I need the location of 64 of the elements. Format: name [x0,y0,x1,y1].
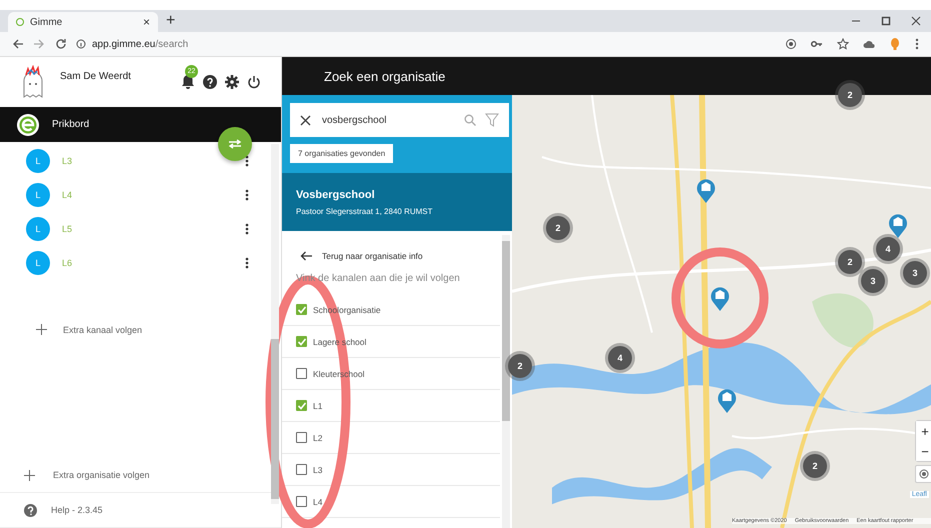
scrollbar-thumb[interactable] [271,339,279,499]
browser-tab[interactable]: Gimme × [8,12,158,32]
info-icon [76,39,86,49]
location-icon[interactable] [785,38,797,50]
power-icon[interactable] [247,75,261,89]
checkbox[interactable] [296,304,307,315]
map-pin-icon[interactable] [696,178,716,204]
result-count: 7 organisaties gevonden [290,144,394,163]
clear-icon[interactable] [300,114,311,126]
more-icon[interactable] [245,223,249,235]
channel-avatar: L [26,251,50,275]
instruction-text: Vink de kanalen aan die je wil volgen [295,272,461,286]
add-channel-link[interactable]: Extra kanaal volgen [63,324,142,334]
help-link[interactable]: Help - 2.3.45 [51,505,103,515]
user-name: Sam De Weerdt [60,71,131,82]
plus-icon[interactable] [36,324,47,335]
map-pin-icon[interactable] [717,388,737,414]
scrollbar-thumb[interactable] [502,241,510,421]
logo-icon [16,112,40,136]
checkbox[interactable] [296,432,307,443]
locate-icon [919,469,929,479]
organisation-name: Vosbergschool [296,188,376,200]
map-pin-icon[interactable] [888,213,908,239]
channel-avatar: L [26,183,50,207]
board-header[interactable]: Prikbord [0,107,281,142]
channel-label: L1 [313,400,322,410]
cloud-icon[interactable] [863,38,875,50]
favicon-icon [16,18,24,26]
checkbox[interactable] [296,464,307,475]
channel-label: L4 [313,496,322,506]
tab-title: Gimme [30,16,64,28]
organisation-address: Pastoor Slegersstraat 1, 2840 RUMST [296,206,434,216]
new-tab-button[interactable]: + [166,12,176,30]
close-tab-button[interactable]: × [142,15,150,29]
checkbox[interactable] [296,336,307,347]
channel-avatar: L [26,217,50,241]
menu-icon[interactable] [915,38,919,50]
settings-icon[interactable] [225,75,239,89]
help-icon[interactable] [203,75,217,89]
key-icon[interactable] [811,38,823,50]
back-icon[interactable] [12,38,24,50]
checkbox[interactable] [296,400,307,411]
help-icon[interactable] [24,504,37,516]
reload-icon[interactable] [54,38,66,50]
back-arrow-icon [300,251,312,261]
map-pin-icon[interactable] [710,286,730,312]
channel-label: L2 [313,432,322,442]
checkbox[interactable] [296,496,307,507]
back-link[interactable]: Terug naar organisatie info [282,231,500,261]
restore-icon[interactable] [881,16,891,26]
checkbox[interactable] [296,368,307,379]
star-icon[interactable] [837,38,849,50]
channel-avatar: L [26,149,50,173]
swap-icon [228,139,242,149]
page-title: Zoek een organisatie [324,68,446,84]
more-icon[interactable] [245,189,249,201]
more-icon[interactable] [245,257,249,269]
channel-label: L3 [313,464,322,474]
organisation-card[interactable]: Vosbergschool Pastoor Slegersstraat 1, 2840 RUMST [282,173,512,231]
more-icon[interactable] [245,155,249,167]
close-icon[interactable] [911,16,921,26]
plus-icon[interactable] [24,470,35,480]
add-organisation-link[interactable]: Extra organisatie volgen [53,470,150,480]
locate-button[interactable] [915,465,931,483]
